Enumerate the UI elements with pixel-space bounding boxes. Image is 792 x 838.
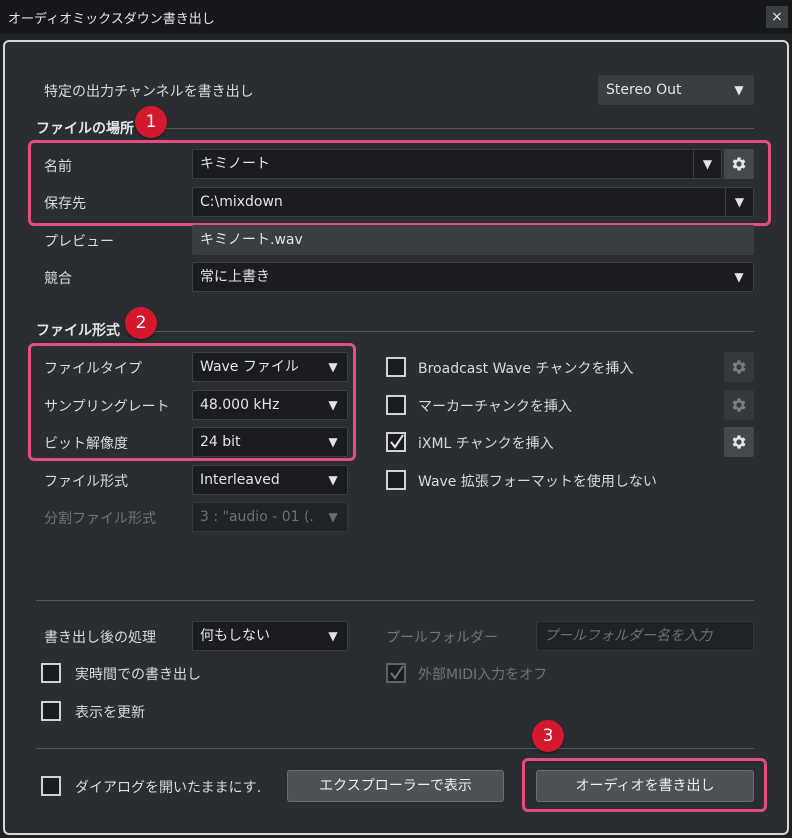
output-channel-label: 特定の出力チャンネルを書き出し <box>44 84 254 100</box>
preview-field: キミノート.wav <box>192 225 754 255</box>
ixml-chunk-label: iXML チャンクを挿入 <box>418 436 554 452</box>
split-format-value: 3 : "audio - 01 (. <box>200 509 314 525</box>
chevron-down-icon: ▼ <box>734 83 744 97</box>
no-wave-extensible-checkbox[interactable] <box>386 470 406 490</box>
marker-chunk-settings-button[interactable] <box>724 390 754 420</box>
pool-folder-placeholder: プールフォルダー名を入力 <box>544 628 712 644</box>
chevron-down-icon: ▼ <box>328 629 338 643</box>
split-format-select[interactable]: 3 : "audio - 01 (. ▼ <box>192 502 348 532</box>
highlight-box-2 <box>28 343 356 461</box>
gear-icon <box>732 360 746 374</box>
post-process-label: 書き出し後の処理 <box>44 630 156 646</box>
broadcast-wave-settings-button[interactable] <box>724 352 754 382</box>
split-format-label: 分割ファイル形式 <box>44 511 156 527</box>
marker-chunk-checkbox[interactable] <box>386 395 406 415</box>
no-wave-extensible-label: Wave 拡張フォーマットを使用しない <box>418 474 657 490</box>
callout-badge-1: 1 <box>135 106 167 138</box>
post-process-select[interactable]: 何もしない ▼ <box>192 621 348 651</box>
marker-chunk-label: マーカーチャンクを挿入 <box>418 399 572 415</box>
show-in-explorer-button[interactable]: エクスプローラーで表示 <box>287 770 504 802</box>
divider <box>150 331 754 332</box>
callout-badge-2: 2 <box>125 307 157 339</box>
gear-icon <box>732 398 746 412</box>
window-title: オーディオミックスダウン書き出し <box>8 12 215 27</box>
ext-midi-off-checkbox[interactable] <box>386 663 406 683</box>
checkmark-icon <box>390 665 404 680</box>
realtime-export-checkbox[interactable] <box>41 663 61 683</box>
pool-folder-input[interactable]: プールフォルダー名を入力 <box>536 621 754 651</box>
chevron-down-icon: ▼ <box>328 473 338 487</box>
conflict-label: 競合 <box>44 271 72 287</box>
file-format-title: ファイル形式 <box>36 323 120 339</box>
format-select[interactable]: Interleaved ▼ <box>192 465 348 495</box>
format-label: ファイル形式 <box>44 474 128 490</box>
broadcast-wave-label: Broadcast Wave チャンクを挿入 <box>418 361 634 377</box>
keep-open-checkbox[interactable] <box>41 776 61 796</box>
ixml-chunk-checkbox[interactable] <box>386 432 406 452</box>
highlight-box-1 <box>28 140 771 226</box>
ext-midi-off-label: 外部MIDI入力をオフ <box>418 667 548 683</box>
divider <box>36 600 754 601</box>
callout-badge-3: 3 <box>532 720 564 752</box>
conflict-select[interactable]: 常に上書き ▼ <box>192 262 754 292</box>
update-display-checkbox[interactable] <box>41 701 61 721</box>
output-channel-value: Stereo Out <box>606 82 682 98</box>
chevron-down-icon: ▼ <box>328 510 338 524</box>
preview-label: プレビュー <box>44 234 114 250</box>
conflict-value: 常に上書き <box>200 269 270 285</box>
close-button[interactable]: × <box>766 6 788 28</box>
checkmark-icon <box>390 434 404 449</box>
pool-folder-label: プールフォルダー <box>386 630 498 646</box>
file-location-title: ファイルの場所 <box>36 121 134 137</box>
update-display-label: 表示を更新 <box>75 705 145 721</box>
broadcast-wave-checkbox[interactable] <box>386 357 406 377</box>
post-process-value: 何もしない <box>200 628 270 644</box>
preview-value: キミノート.wav <box>200 232 303 248</box>
gear-icon <box>732 435 746 449</box>
format-value: Interleaved <box>200 472 280 488</box>
highlight-box-3 <box>522 758 767 812</box>
output-channel-select[interactable]: Stereo Out ▼ <box>598 75 754 105</box>
title-bar: オーディオミックスダウン書き出し × <box>0 0 792 34</box>
ixml-chunk-settings-button[interactable] <box>724 427 754 457</box>
divider <box>164 128 754 129</box>
chevron-down-icon: ▼ <box>734 270 744 284</box>
realtime-export-label: 実時間での書き出し <box>75 667 201 683</box>
divider <box>36 748 754 749</box>
keep-open-label: ダイアログを開いたままにす. <box>75 780 262 796</box>
